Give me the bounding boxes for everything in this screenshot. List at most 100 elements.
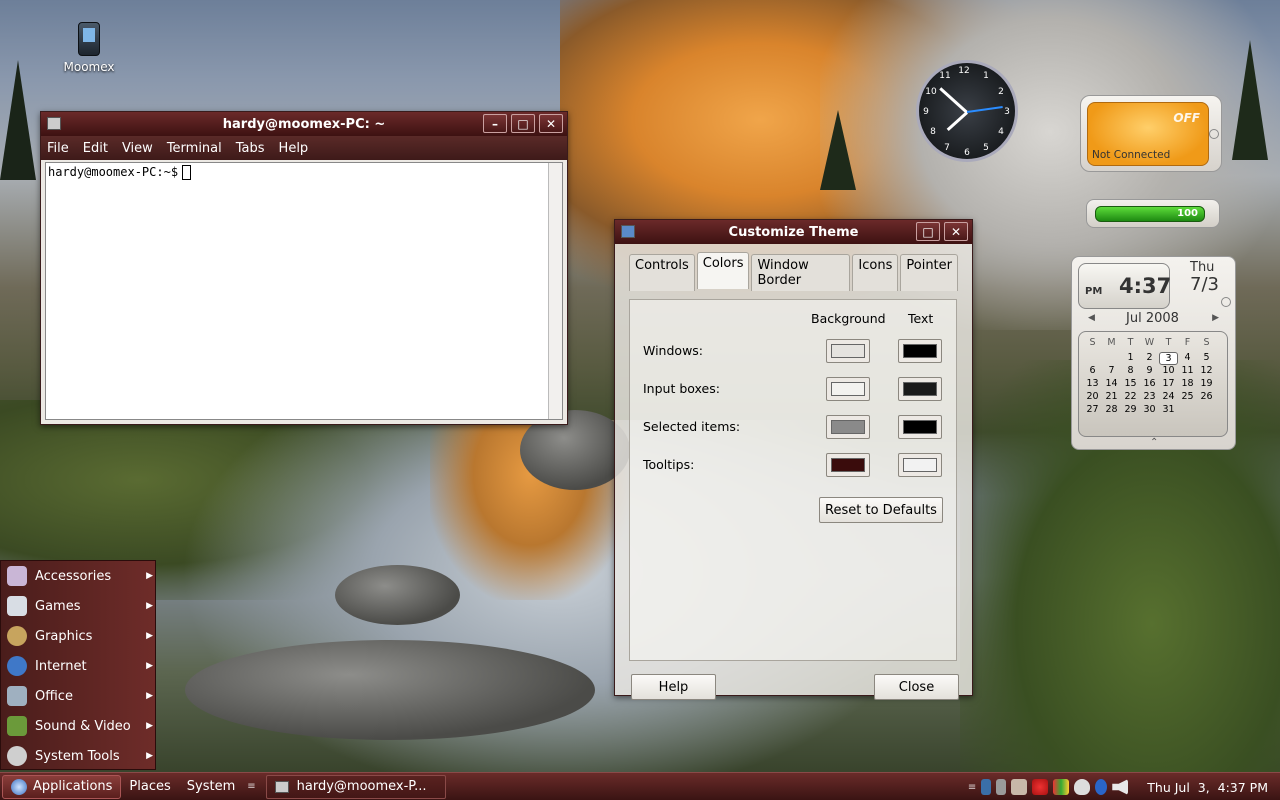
- selected-items-background-color-button[interactable]: [826, 415, 870, 439]
- tab-controls[interactable]: Controls: [629, 254, 695, 291]
- tab-pointer[interactable]: Pointer: [900, 254, 958, 291]
- menu-item-system-tools[interactable]: System Tools ▶: [1, 741, 157, 771]
- menu-terminal[interactable]: Terminal: [167, 141, 222, 156]
- terminal-titlebar[interactable]: hardy@moomex-PC: ~ – □ ✕: [41, 112, 567, 136]
- calendar-day[interactable]: 1: [1121, 352, 1140, 363]
- network-gadget[interactable]: OFF Not Connected: [1080, 95, 1222, 172]
- menu-item-sound-video[interactable]: Sound & Video ▶: [1, 711, 157, 741]
- calendar-day[interactable]: 15: [1121, 378, 1140, 389]
- windows-text-color-button[interactable]: [898, 339, 942, 363]
- gadget-handle-icon[interactable]: [1209, 129, 1219, 139]
- calendar-day[interactable]: 27: [1083, 404, 1102, 415]
- calendar-day[interactable]: 23: [1140, 391, 1159, 402]
- minimize-button[interactable]: –: [483, 114, 507, 133]
- maximize-button[interactable]: □: [511, 114, 535, 133]
- menu-item-internet[interactable]: Internet ▶: [1, 651, 157, 681]
- calendar-day[interactable]: 14: [1102, 378, 1121, 389]
- next-month-icon[interactable]: ▶: [1212, 313, 1219, 323]
- menu-item-accessories[interactable]: Accessories ▶: [1, 561, 157, 591]
- applications-menu-button[interactable]: Applications: [2, 774, 122, 799]
- tab-icons[interactable]: Icons: [852, 254, 899, 291]
- calendar-day[interactable]: 17: [1159, 378, 1178, 389]
- calendar-day[interactable]: 24: [1159, 391, 1178, 402]
- terminal-scrollbar[interactable]: [548, 163, 562, 419]
- calendar-day[interactable]: 5: [1197, 352, 1216, 363]
- terminal-window[interactable]: hardy@moomex-PC: ~ – □ ✕ File Edit View …: [40, 111, 568, 425]
- customize-theme-dialog[interactable]: Customize Theme □ ✕ Controls Colors Wind…: [614, 219, 973, 700]
- panel-handle-icon[interactable]: ≡: [247, 781, 255, 792]
- calendar-day[interactable]: 11: [1178, 365, 1197, 376]
- calendar-gadget[interactable]: PM 4:37 Thu 7/3 ◀ Jul 2008 ▶ SMTWTFS1234…: [1071, 256, 1236, 450]
- distro-logo-icon: [11, 778, 27, 795]
- close-button[interactable]: ✕: [539, 114, 563, 133]
- calendar-day[interactable]: 7: [1102, 365, 1121, 376]
- help-button[interactable]: Help: [631, 674, 716, 700]
- calendar-day[interactable]: 2: [1140, 352, 1159, 363]
- selected-items-text-color-button[interactable]: [898, 415, 942, 439]
- calendar-day[interactable]: 13: [1083, 378, 1102, 389]
- update-icon[interactable]: [1011, 779, 1028, 795]
- calendar-day[interactable]: 16: [1140, 378, 1159, 389]
- windows-background-color-button[interactable]: [826, 339, 870, 363]
- reset-to-defaults-button[interactable]: Reset to Defaults: [819, 497, 943, 523]
- menu-help[interactable]: Help: [279, 141, 309, 156]
- menu-view[interactable]: View: [122, 141, 153, 156]
- input-boxes-text-color-button[interactable]: [898, 377, 942, 401]
- calendar-day[interactable]: 18: [1178, 378, 1197, 389]
- places-menu-button[interactable]: Places: [121, 775, 178, 799]
- menu-item-graphics[interactable]: Graphics ▶: [1, 621, 157, 651]
- phone-icon[interactable]: [981, 779, 992, 795]
- calendar-day[interactable]: 20: [1083, 391, 1102, 402]
- menu-item-office[interactable]: Office ▶: [1, 681, 157, 711]
- tab-colors[interactable]: Colors: [696, 252, 750, 289]
- battery-icon[interactable]: [996, 779, 1007, 795]
- tray-handle-icon[interactable]: ≡: [968, 782, 976, 793]
- gadget-handle-icon[interactable]: [1221, 297, 1231, 307]
- submenu-arrow-icon: ▶: [146, 691, 153, 701]
- maximize-button[interactable]: □: [916, 222, 940, 241]
- desktop-icon-moomex[interactable]: Moomex: [58, 22, 120, 74]
- calendar-day[interactable]: 25: [1178, 391, 1197, 402]
- tab-window-border[interactable]: Window Border: [751, 254, 851, 291]
- system-menu-button[interactable]: System: [179, 775, 243, 799]
- calendar-day[interactable]: 19: [1197, 378, 1216, 389]
- dialog-titlebar[interactable]: Customize Theme □ ✕: [615, 220, 972, 244]
- clock-gadget[interactable]: 12 1 2 3 4 5 6 7 8 9 10 11: [916, 60, 1018, 162]
- menu-item-games[interactable]: Games ▶: [1, 591, 157, 621]
- close-dialog-button[interactable]: Close: [874, 674, 959, 700]
- menu-item-label: Sound & Video: [35, 718, 131, 734]
- taskbar-item-terminal[interactable]: hardy@moomex-P...: [265, 774, 446, 799]
- update-notifier-icon[interactable]: [1053, 779, 1070, 795]
- terminal-output[interactable]: hardy@moomex-PC:~$: [45, 162, 563, 420]
- battery-gadget[interactable]: 100: [1086, 199, 1220, 228]
- calendar-day[interactable]: 10: [1159, 365, 1178, 376]
- volume-icon[interactable]: [1112, 779, 1129, 795]
- calendar-day[interactable]: 26: [1197, 391, 1216, 402]
- tooltips-background-color-button[interactable]: [826, 453, 870, 477]
- calendar-day-today[interactable]: 3: [1159, 352, 1178, 365]
- calendar-day[interactable]: 31: [1159, 404, 1178, 415]
- bluetooth-icon[interactable]: [1095, 779, 1108, 795]
- calendar-day[interactable]: 4: [1178, 352, 1197, 363]
- calendar-day[interactable]: 22: [1121, 391, 1140, 402]
- network-disconnected-icon[interactable]: [1032, 779, 1049, 795]
- menu-edit[interactable]: Edit: [83, 141, 108, 156]
- input-boxes-background-color-button[interactable]: [826, 377, 870, 401]
- tooltips-text-color-button[interactable]: [898, 453, 942, 477]
- menu-tabs[interactable]: Tabs: [236, 141, 265, 156]
- calendar-day[interactable]: 28: [1102, 404, 1121, 415]
- calendar-day[interactable]: 6: [1083, 365, 1102, 376]
- calendar-day[interactable]: 12: [1197, 365, 1216, 376]
- menu-file[interactable]: File: [47, 141, 69, 156]
- calendar-day[interactable]: 29: [1121, 404, 1140, 415]
- calendar-day[interactable]: 8: [1121, 365, 1140, 376]
- close-button[interactable]: ✕: [944, 222, 968, 241]
- mouse-icon[interactable]: [1074, 779, 1091, 795]
- clock-label[interactable]: Thu Jul 3, 4:37 PM: [1147, 780, 1268, 795]
- calendar-day[interactable]: 21: [1102, 391, 1121, 402]
- prev-month-icon[interactable]: ◀: [1088, 313, 1095, 323]
- calendar-day[interactable]: 30: [1140, 404, 1159, 415]
- collapse-icon[interactable]: ⌃: [1150, 437, 1158, 448]
- battery-level-bar: 100: [1095, 206, 1205, 222]
- calendar-day[interactable]: 9: [1140, 365, 1159, 376]
